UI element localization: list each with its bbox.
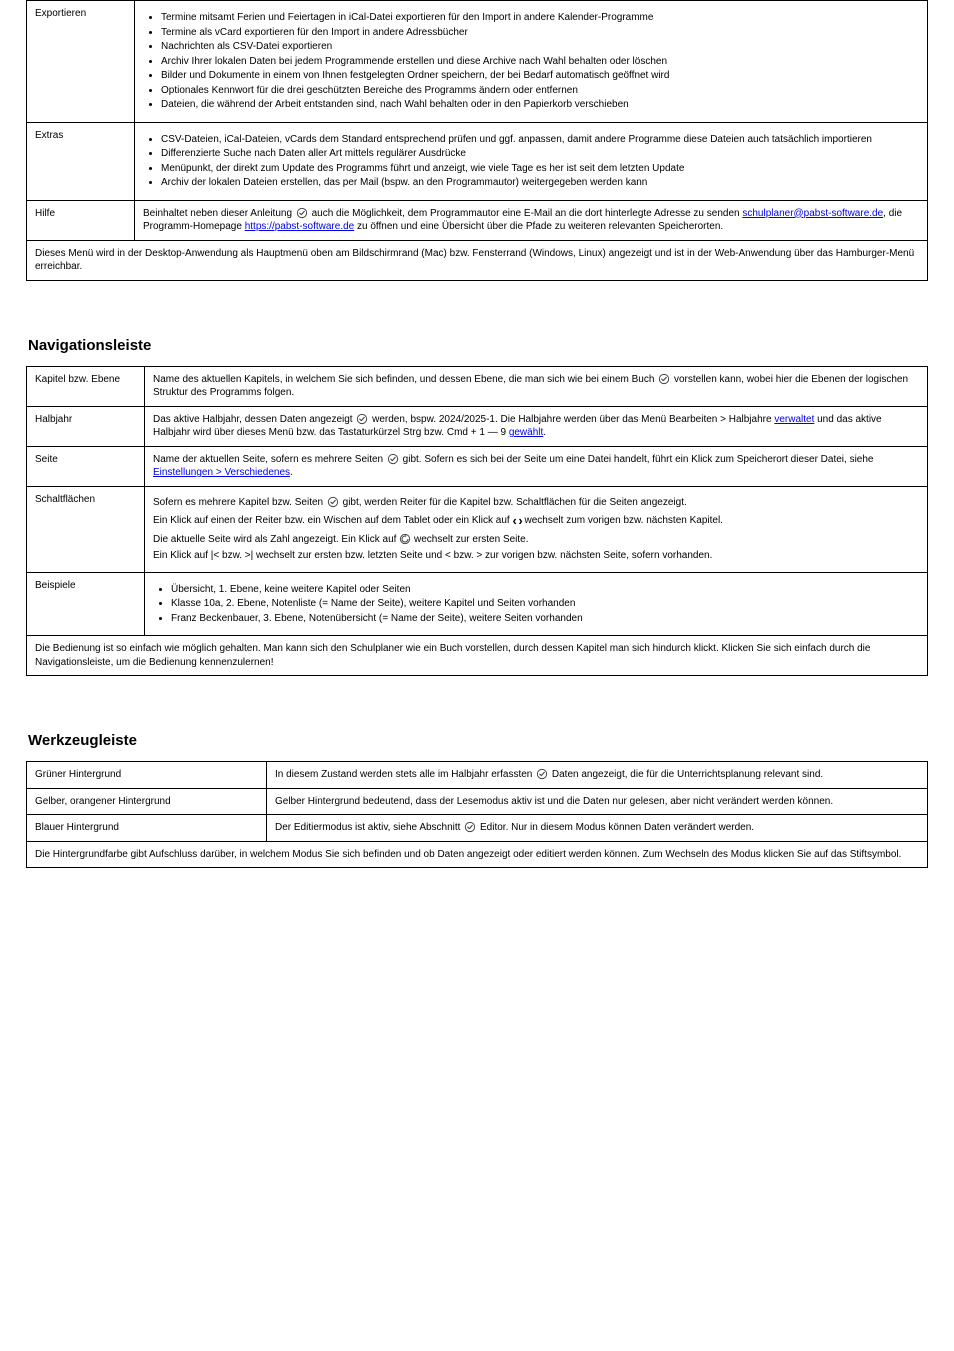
check-circle-icon	[658, 373, 670, 385]
paragraph: Ein Klick auf |< bzw. >| wechselt zur er…	[153, 549, 919, 563]
list-item: Termine als vCard exportieren für den Im…	[161, 26, 919, 40]
row-label: Grüner Hintergrund	[27, 762, 267, 789]
check-circle-icon	[536, 768, 548, 780]
row-content: Termine mitsamt Ferien und Feiertagen in…	[135, 1, 928, 123]
check-circle-icon	[464, 821, 476, 833]
inline-link[interactable]: schulplaner@pabst-software.de	[742, 208, 883, 219]
row-label: Kapitel bzw. Ebene	[27, 366, 145, 406]
paragraph: Ein Klick auf einen der Reiter bzw. ein …	[153, 512, 919, 530]
restore-circle-icon	[399, 533, 411, 545]
chevron-left-right-icon: ‹ ›	[512, 512, 521, 530]
table-footer-row: Die Hintergrundfarbe gibt Aufschluss dar…	[27, 841, 928, 868]
row-content: Übersicht, 1. Ebene, keine weitere Kapit…	[145, 572, 928, 636]
table-footer-row: Die Bedienung ist so einfach wie möglich…	[27, 636, 928, 676]
row-label: Schaltflächen	[27, 486, 145, 572]
list-item: Klasse 10a, 2. Ebene, Notenliste (= Name…	[171, 597, 919, 611]
row-content: Gelber Hintergrund bedeutend, dass der L…	[267, 788, 928, 815]
row-label: Extras	[27, 122, 135, 200]
row-label: Hilfe	[27, 200, 135, 240]
list-item: Archiv der lokalen Dateien erstellen, da…	[161, 176, 919, 190]
inline-link[interactable]: Einstellungen > Verschiedenes	[153, 467, 290, 478]
table-row: Extras CSV-Dateien, iCal-Dateien, vCards…	[27, 122, 928, 200]
paragraph: Sofern es mehrere Kapitel bzw. Seiten gi…	[153, 496, 919, 510]
toolbar-table: Grüner Hintergrund In diesem Zustand wer…	[26, 761, 928, 868]
footer-text: Die Bedienung ist so einfach wie möglich…	[27, 636, 928, 676]
row-label: Beispiele	[27, 572, 145, 636]
list-item: Nachrichten als CSV-Datei exportieren	[161, 40, 919, 54]
table-row: Seite Name der aktuellen Seite, sofern e…	[27, 446, 928, 486]
table-row: Hilfe Beinhaltet neben dieser Anleitung …	[27, 200, 928, 240]
item-list: Termine mitsamt Ferien und Feiertagen in…	[143, 11, 919, 112]
item-list: Übersicht, 1. Ebene, keine weitere Kapit…	[153, 583, 919, 626]
row-content: Sofern es mehrere Kapitel bzw. Seiten gi…	[145, 486, 928, 572]
list-item: Differenzierte Suche nach Daten aller Ar…	[161, 147, 919, 161]
row-label: Exportieren	[27, 1, 135, 123]
list-item: Franz Beckenbauer, 3. Ebene, Notenübersi…	[171, 612, 919, 626]
check-circle-icon	[327, 496, 339, 508]
row-label: Halbjahr	[27, 406, 145, 446]
check-circle-icon	[356, 413, 368, 425]
table-row: Blauer Hintergrund Der Editiermodus ist …	[27, 815, 928, 842]
table-row: Gelber, orangener Hintergrund Gelber Hin…	[27, 788, 928, 815]
inline-link[interactable]: https://pabst-software.de	[245, 221, 355, 232]
row-content: In diesem Zustand werden stets alle im H…	[267, 762, 928, 789]
section-heading: Navigationsleiste	[28, 337, 928, 354]
check-circle-icon	[296, 207, 308, 219]
item-list: CSV-Dateien, iCal-Dateien, vCards dem St…	[143, 133, 919, 190]
table-row: Exportieren Termine mitsamt Ferien und F…	[27, 1, 928, 123]
list-item: Archiv Ihrer lokalen Daten bei jedem Pro…	[161, 55, 919, 69]
table-row: Grüner Hintergrund In diesem Zustand wer…	[27, 762, 928, 789]
menu-table: Exportieren Termine mitsamt Ferien und F…	[26, 0, 928, 281]
row-content: Das aktive Halbjahr, dessen Daten angeze…	[145, 406, 928, 446]
list-item: Übersicht, 1. Ebene, keine weitere Kapit…	[171, 583, 919, 597]
row-content: Name des aktuellen Kapitels, in welchem …	[145, 366, 928, 406]
list-item: Menüpunkt, der direkt zum Update des Pro…	[161, 162, 919, 176]
inline-link[interactable]: verwaltet	[774, 414, 814, 425]
table-row: Kapitel bzw. Ebene Name des aktuellen Ka…	[27, 366, 928, 406]
table-footer-row: Dieses Menü wird in der Desktop-Anwendun…	[27, 240, 928, 280]
list-item: Bilder und Dokumente in einem von Ihnen …	[161, 69, 919, 83]
list-item: Dateien, die während der Arbeit entstand…	[161, 98, 919, 112]
footer-text: Die Hintergrundfarbe gibt Aufschluss dar…	[27, 841, 928, 868]
inline-link[interactable]: gewählt	[509, 427, 543, 438]
row-label: Blauer Hintergrund	[27, 815, 267, 842]
row-content: Name der aktuellen Seite, sofern es mehr…	[145, 446, 928, 486]
list-item: CSV-Dateien, iCal-Dateien, vCards dem St…	[161, 133, 919, 147]
row-label: Gelber, orangener Hintergrund	[27, 788, 267, 815]
footer-text: Dieses Menü wird in der Desktop-Anwendun…	[27, 240, 928, 280]
table-row: Beispiele Übersicht, 1. Ebene, keine wei…	[27, 572, 928, 636]
row-label: Seite	[27, 446, 145, 486]
table-row: Halbjahr Das aktive Halbjahr, dessen Dat…	[27, 406, 928, 446]
section-heading: Werkzeugleiste	[28, 732, 928, 749]
row-content: CSV-Dateien, iCal-Dateien, vCards dem St…	[135, 122, 928, 200]
paragraph: Die aktuelle Seite wird als Zahl angezei…	[153, 533, 919, 547]
nav-table: Kapitel bzw. Ebene Name des aktuellen Ka…	[26, 366, 928, 677]
list-item: Optionales Kennwort für die drei geschüt…	[161, 84, 919, 98]
row-content: Der Editiermodus ist aktiv, siehe Abschn…	[267, 815, 928, 842]
table-row: Schaltflächen Sofern es mehrere Kapitel …	[27, 486, 928, 572]
check-circle-icon	[387, 453, 399, 465]
row-content: Beinhaltet neben dieser Anleitung auch d…	[135, 200, 928, 240]
list-item: Termine mitsamt Ferien und Feiertagen in…	[161, 11, 919, 25]
